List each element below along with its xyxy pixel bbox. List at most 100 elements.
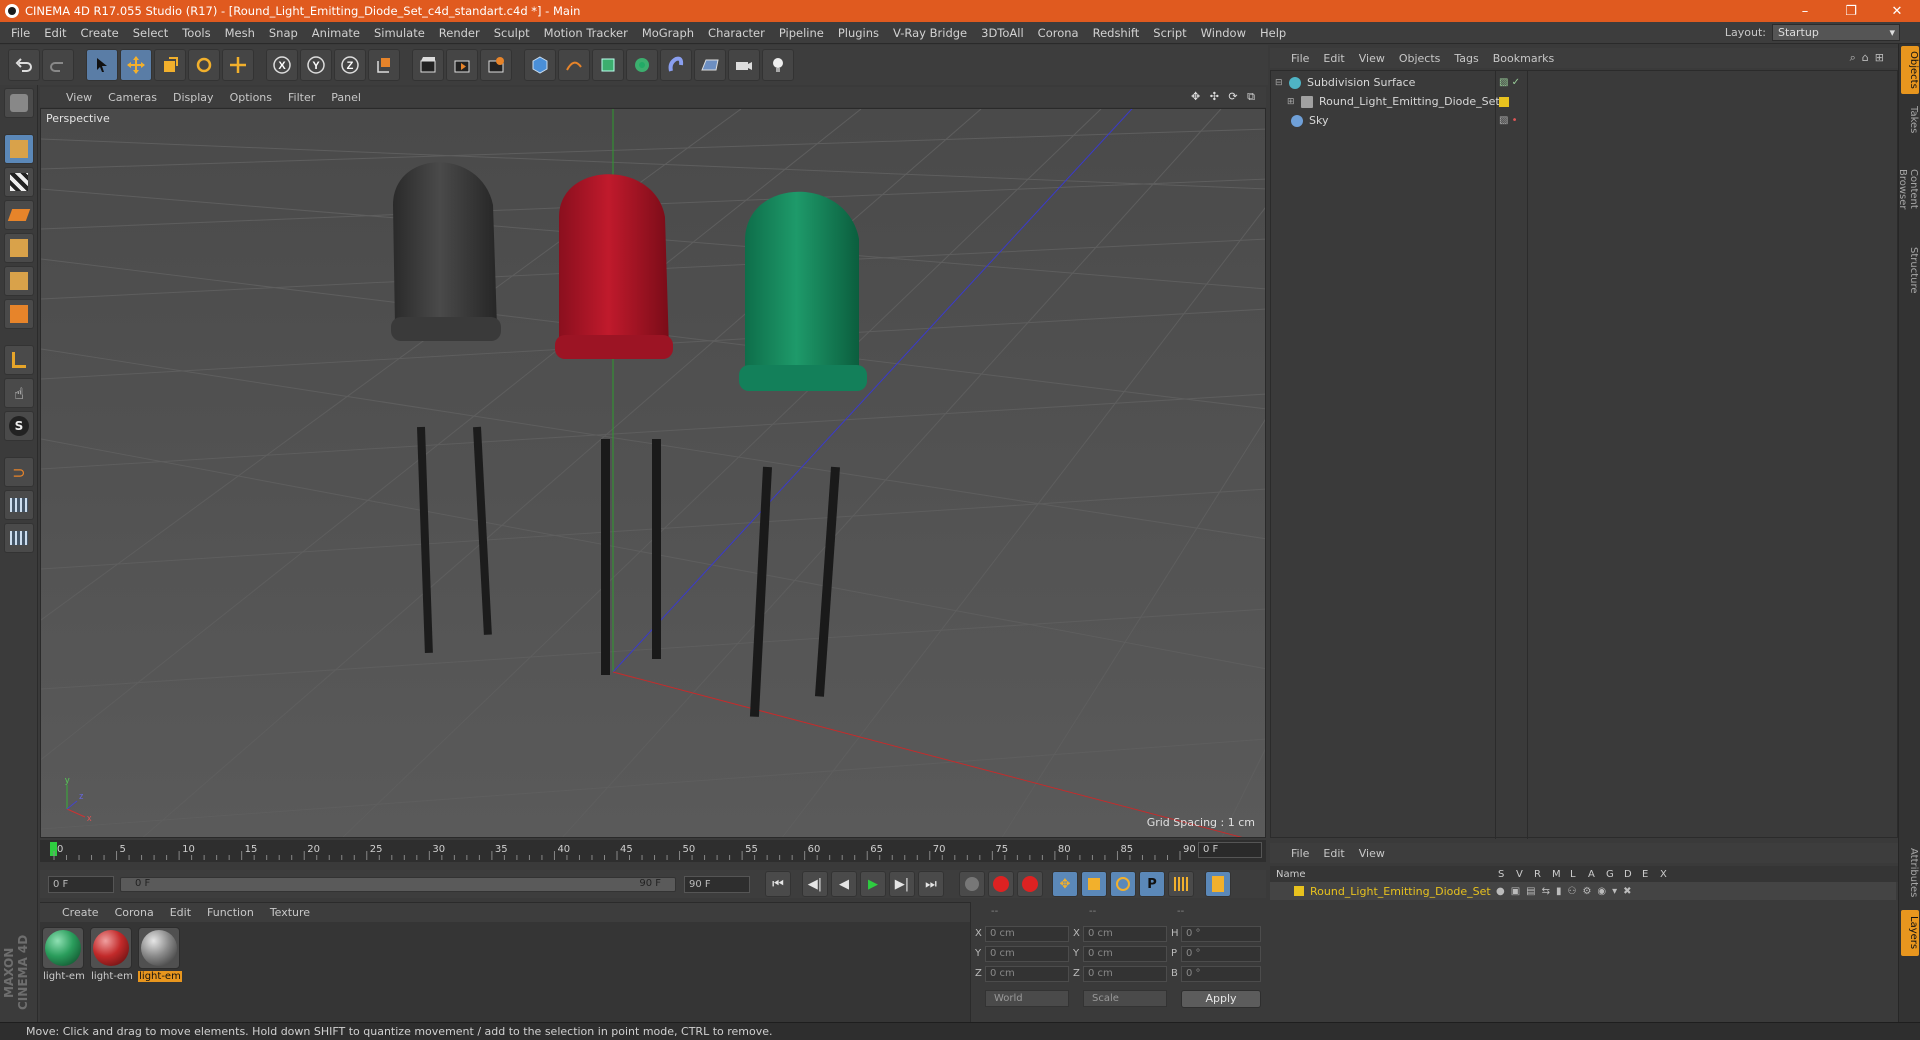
add-cube-button[interactable] bbox=[524, 49, 556, 81]
layer-color-tag[interactable] bbox=[1499, 96, 1509, 107]
minimize-button[interactable]: – bbox=[1782, 4, 1828, 19]
coordinate-system-button[interactable] bbox=[368, 49, 400, 81]
add-light-button[interactable] bbox=[762, 49, 794, 81]
viewport-menu-cameras[interactable]: Cameras bbox=[100, 91, 165, 104]
tab-attributes[interactable]: Attributes bbox=[1901, 840, 1919, 906]
points-mode-button[interactable] bbox=[4, 233, 34, 263]
menu-tools[interactable]: Tools bbox=[175, 26, 217, 40]
previous-key-button[interactable]: ◀| bbox=[802, 871, 828, 897]
menu-redshift[interactable]: Redshift bbox=[1086, 26, 1147, 40]
material-menu-edit[interactable]: Edit bbox=[162, 906, 199, 919]
menu-mesh[interactable]: Mesh bbox=[218, 26, 262, 40]
add-camera-button[interactable] bbox=[728, 49, 760, 81]
viewport-navigation-icons[interactable]: ✥ ✣ ⟳ ⧉ bbox=[1191, 90, 1258, 104]
material-menu-texture[interactable]: Texture bbox=[262, 906, 318, 919]
redo-button[interactable] bbox=[42, 49, 74, 81]
edit-render-settings-button[interactable] bbox=[480, 49, 512, 81]
planar-workplane-button[interactable] bbox=[4, 523, 34, 553]
tab-takes[interactable]: Takes bbox=[1901, 100, 1919, 140]
menu-create[interactable]: Create bbox=[74, 26, 126, 40]
close-button[interactable]: ✕ bbox=[1874, 4, 1920, 19]
material-grey[interactable]: light-em bbox=[138, 927, 182, 982]
viewport-menu-display[interactable]: Display bbox=[165, 91, 222, 104]
om-menu-bookmarks[interactable]: Bookmarks bbox=[1486, 52, 1561, 65]
tab-layers[interactable]: Layers bbox=[1901, 910, 1919, 956]
menu-window[interactable]: Window bbox=[1194, 26, 1253, 40]
size-z-field[interactable]: 0 cm bbox=[1083, 966, 1167, 982]
play-button[interactable]: ▶ bbox=[860, 871, 886, 897]
menu-script[interactable]: Script bbox=[1146, 26, 1193, 40]
frame-range-slider[interactable]: 0 F 90 F bbox=[120, 876, 676, 892]
scale-tool-button[interactable] bbox=[154, 49, 186, 81]
rotation-p-field[interactable]: 0 ° bbox=[1181, 946, 1261, 962]
key-scale-button[interactable] bbox=[1081, 871, 1107, 897]
om-menu-tags[interactable]: Tags bbox=[1447, 52, 1485, 65]
menu-animate[interactable]: Animate bbox=[305, 26, 367, 40]
viewport-menu-options[interactable]: Options bbox=[222, 91, 280, 104]
render-to-picture-viewer-button[interactable] bbox=[446, 49, 478, 81]
transform-tool-button[interactable] bbox=[222, 49, 254, 81]
restore-button[interactable]: ❐ bbox=[1828, 4, 1874, 19]
material-green[interactable]: light-em bbox=[42, 927, 86, 982]
workplane-mode-button[interactable] bbox=[4, 200, 34, 230]
timeline-ruler[interactable]: 0 5 10 15 20 25 30 35 40 45 50 55 60 65 70 75 80 85 90 0 F bbox=[40, 840, 1266, 862]
polygons-mode-button[interactable] bbox=[4, 299, 34, 329]
add-floor-button[interactable] bbox=[694, 49, 726, 81]
make-editable-button[interactable] bbox=[4, 88, 34, 118]
menu-sculpt[interactable]: Sculpt bbox=[487, 26, 537, 40]
model-mode-button[interactable] bbox=[4, 134, 34, 164]
lock-workplane-button[interactable] bbox=[4, 490, 34, 520]
autokey-button[interactable] bbox=[1017, 871, 1043, 897]
end-frame-field[interactable]: 90 F bbox=[684, 875, 750, 893]
material-menu-corona[interactable]: Corona bbox=[107, 906, 162, 919]
position-y-field[interactable]: 0 cm bbox=[985, 946, 1069, 962]
material-menu-create[interactable]: Create bbox=[54, 906, 107, 919]
render-view-button[interactable] bbox=[412, 49, 444, 81]
lm-menu-view[interactable]: View bbox=[1352, 847, 1392, 860]
magnet-button[interactable]: ⊃ bbox=[4, 457, 34, 487]
menu-3dtoall[interactable]: 3DToAll bbox=[974, 26, 1031, 40]
om-search-home-icons[interactable]: ⌕⌂⊞ bbox=[1850, 51, 1890, 65]
menu-motion-tracker[interactable]: Motion Tracker bbox=[537, 26, 635, 40]
size-y-field[interactable]: 0 cm bbox=[1083, 946, 1167, 962]
timeline-window-button[interactable] bbox=[1205, 871, 1231, 897]
move-tool-button[interactable] bbox=[120, 49, 152, 81]
menu-mograph[interactable]: MoGraph bbox=[635, 26, 701, 40]
tab-content-browser[interactable]: Content Browser bbox=[1897, 144, 1919, 234]
x-axis-lock-button[interactable]: X bbox=[266, 49, 298, 81]
add-pen-spline-button[interactable] bbox=[558, 49, 590, 81]
texture-mode-button[interactable] bbox=[4, 167, 34, 197]
viewport-menu-filter[interactable]: Filter bbox=[280, 91, 323, 104]
menu-snap[interactable]: Snap bbox=[262, 26, 305, 40]
edges-mode-button[interactable] bbox=[4, 266, 34, 296]
add-cloner-button[interactable] bbox=[626, 49, 658, 81]
coordinate-mode-dropdown[interactable]: World bbox=[985, 990, 1069, 1007]
layout-dropdown[interactable]: Startup bbox=[1772, 24, 1900, 41]
om-menu-file[interactable]: File bbox=[1284, 52, 1316, 65]
menu-plugins[interactable]: Plugins bbox=[831, 26, 886, 40]
menu-vray-bridge[interactable]: V-Ray Bridge bbox=[886, 26, 974, 40]
object-row-sky[interactable]: Sky ▧ • bbox=[1271, 111, 1897, 130]
om-menu-edit[interactable]: Edit bbox=[1316, 52, 1351, 65]
enable-axis-button[interactable] bbox=[4, 345, 34, 375]
lm-menu-file[interactable]: File bbox=[1284, 847, 1316, 860]
menu-character[interactable]: Character bbox=[701, 26, 772, 40]
apply-button[interactable]: Apply bbox=[1181, 990, 1261, 1008]
material-menu-function[interactable]: Function bbox=[199, 906, 262, 919]
menu-edit[interactable]: Edit bbox=[37, 26, 73, 40]
menu-simulate[interactable]: Simulate bbox=[367, 26, 432, 40]
key-pla-button[interactable] bbox=[1168, 871, 1194, 897]
tree-collapse-icon[interactable]: ⊟ bbox=[1275, 78, 1285, 88]
layer-flag-icons[interactable]: ●▣▤⇆▮⚇⚙◉▾✖ bbox=[1496, 886, 1638, 897]
current-frame-field[interactable]: 0 F bbox=[1198, 842, 1262, 858]
tweak-mode-button[interactable]: ☝ bbox=[4, 378, 34, 408]
size-x-field[interactable]: 0 cm bbox=[1083, 926, 1167, 942]
rotation-b-field[interactable]: 0 ° bbox=[1181, 966, 1261, 982]
tree-expand-icon[interactable]: ⊞ bbox=[1287, 97, 1297, 107]
position-x-field[interactable]: 0 cm bbox=[985, 926, 1069, 942]
live-selection-button[interactable] bbox=[86, 49, 118, 81]
z-axis-lock-button[interactable]: Z bbox=[334, 49, 366, 81]
menu-select[interactable]: Select bbox=[126, 26, 175, 40]
om-menu-view[interactable]: View bbox=[1352, 52, 1392, 65]
rotate-tool-button[interactable] bbox=[188, 49, 220, 81]
